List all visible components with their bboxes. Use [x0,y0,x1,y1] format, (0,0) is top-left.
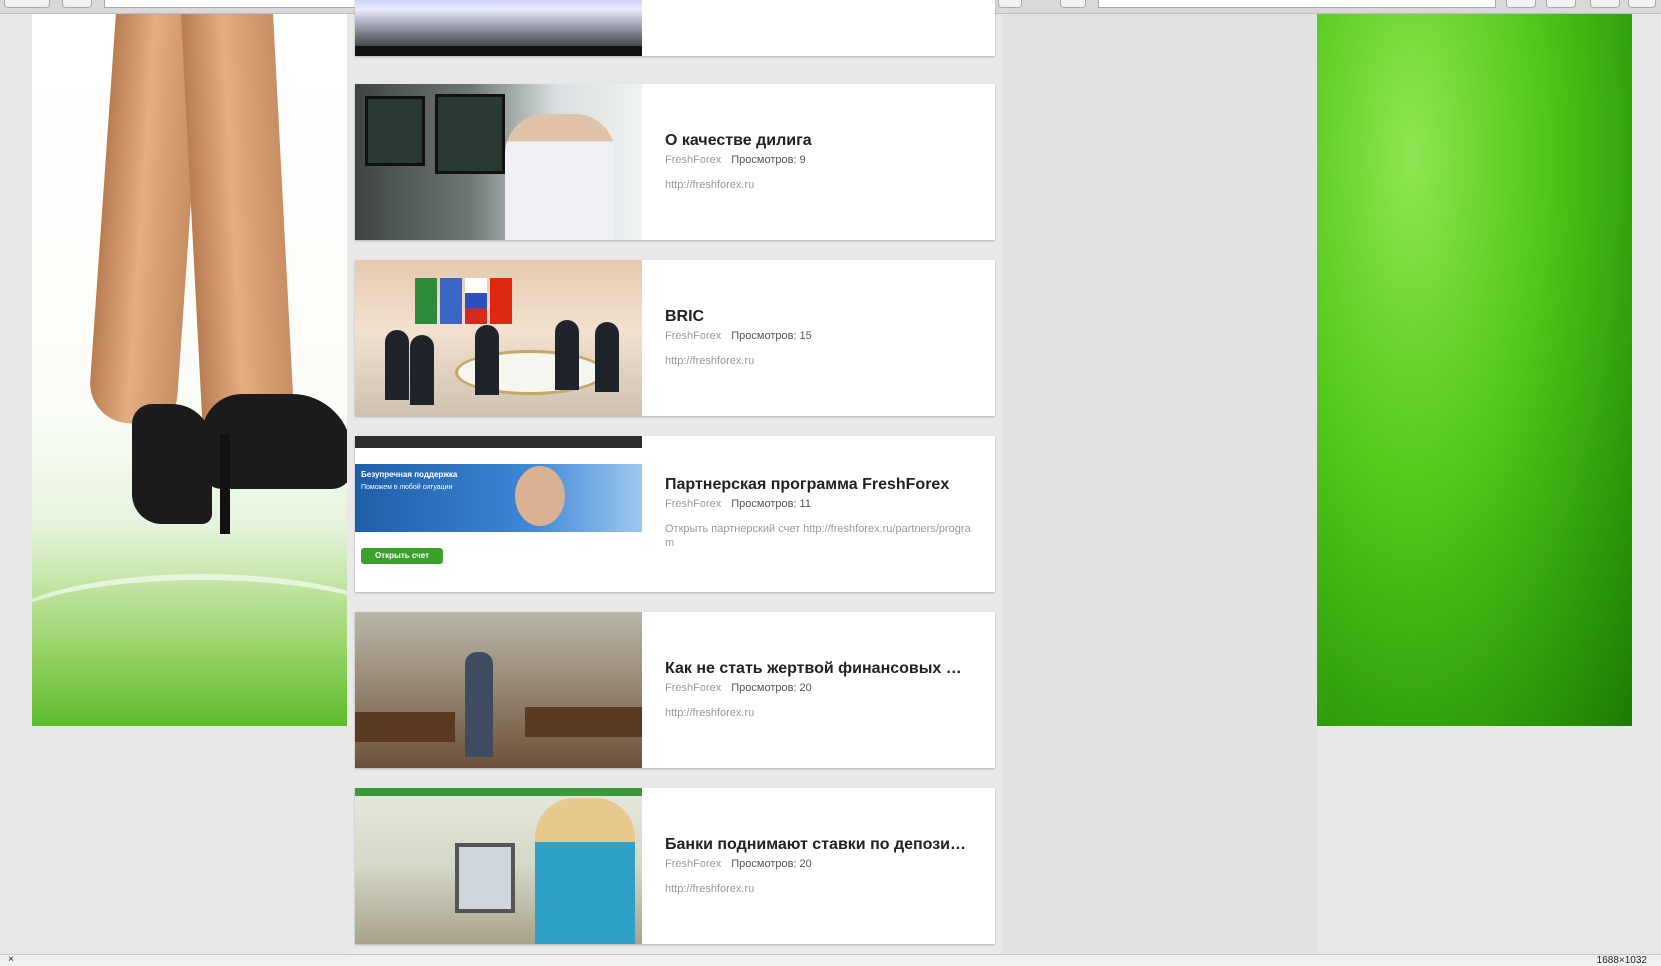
thumbnail-person [385,330,409,400]
video-meta: FreshForex Просмотров: 20 [665,682,812,694]
video-thumbnail[interactable] [355,0,642,56]
thumbnail-hero-title: Безупречная поддержка [361,470,458,479]
video-card[interactable]: О качестве дилига FreshForex Просмотров: … [355,84,995,240]
toolbar-button-4[interactable] [1628,0,1656,8]
banner-leg-right [180,14,296,447]
channel-name[interactable]: FreshForex [665,330,721,342]
right-ad-banner[interactable] [1317,14,1632,726]
video-description: http://freshforex.ru [665,707,755,719]
thumbnail-flag [465,278,487,324]
thumbnail-wall-stripe [355,788,642,796]
thumbnail-navbar [355,436,642,448]
video-info: Как не стать жертвой финансовых … FreshF… [665,612,985,768]
tab-button[interactable] [62,0,92,8]
video-description: Открыть партнерский счет http://freshfor… [665,523,971,549]
video-description: http://freshforex.ru [665,179,755,191]
video-card[interactable]: Безупречная поддержка Поможем в любой си… [355,436,995,592]
thumbnail-desk [525,707,642,737]
resolution-readout: 1688×1032 [1596,955,1647,966]
video-card[interactable] [355,0,995,56]
channel-name[interactable]: FreshForex [665,498,721,510]
video-meta: FreshForex Просмотров: 9 [665,154,806,166]
thumbnail-open-account-button: Открыть счет [361,548,443,564]
video-title[interactable]: О качестве дилига [665,132,985,150]
thumbnail-person [555,320,579,390]
view-count: Просмотров: 11 [731,498,811,510]
video-thumbnail[interactable] [355,788,642,944]
thumbnail-person [465,652,493,757]
video-info: Партнерская программа FreshForex FreshFo… [665,436,985,592]
video-info [665,0,985,56]
video-info: Банки поднимают ставки по депози… FreshF… [665,788,985,944]
thumbnail-person [535,798,635,944]
thumbnail-hero-subtitle: Поможем в любой ситуации [361,484,453,491]
thumbnail-strip [355,46,642,56]
thumbnail-monitor [365,96,425,166]
right-gutter [1002,14,1317,954]
video-card[interactable]: Банки поднимают ставки по депози… FreshF… [355,788,995,944]
thumbnail-person [595,322,619,392]
video-card[interactable]: BRIC FreshForex Просмотров: 15 http://fre… [355,260,995,416]
reload-button[interactable] [1060,0,1086,8]
video-title[interactable]: BRIC [665,308,985,326]
thumbnail-screen [455,843,515,913]
status-bar: × 1688×1032 [0,954,1661,966]
toolbar-button-1[interactable] [1506,0,1536,8]
toolbar-button-3[interactable] [1590,0,1620,8]
video-title[interactable]: Банки поднимают ставки по депози… [665,836,985,854]
second-address-bar[interactable] [1098,0,1496,8]
thumbnail-flag [490,278,512,324]
channel-name[interactable]: FreshForex [665,682,721,694]
thumbnail-person [505,114,615,240]
thumbnail-person [410,335,434,405]
close-icon[interactable]: × [8,954,14,965]
view-count: Просмотров: 20 [731,682,812,694]
thumbnail-flag [415,278,437,324]
video-info: BRIC FreshForex Просмотров: 15 http://fre… [665,260,985,416]
extension-button[interactable] [998,0,1022,8]
channel-name[interactable]: FreshForex [665,154,721,166]
channel-name[interactable]: FreshForex [665,858,721,870]
video-meta: FreshForex Просмотров: 20 [665,858,812,870]
video-thumbnail[interactable] [355,612,642,768]
back-button[interactable] [4,0,50,8]
video-card[interactable]: Как не стать жертвой финансовых … FreshF… [355,612,995,768]
view-count: Просмотров: 15 [731,330,812,342]
video-title[interactable]: Как не стать жертвой финансовых … [665,660,985,678]
video-description: http://freshforex.ru [665,355,755,367]
video-meta: FreshForex Просмотров: 11 [665,498,811,510]
left-ad-banner[interactable] [32,14,347,726]
video-thumbnail[interactable] [355,260,642,416]
thumbnail-face [515,466,565,526]
video-info: О качестве дилига FreshForex Просмотров: … [665,84,985,240]
thumbnail-monitor [435,94,505,174]
video-title[interactable]: Партнерская программа FreshForex [665,476,985,494]
view-count: Просмотров: 9 [731,154,806,166]
banner-shoe-heel [220,434,230,534]
banner-swirl [32,574,347,694]
video-thumbnail[interactable]: Безупречная поддержка Поможем в любой си… [355,436,642,592]
banner-shoe-left [132,404,212,524]
thumbnail-person [475,325,499,395]
video-thumbnail[interactable] [355,84,642,240]
video-meta: FreshForex Просмотров: 15 [665,330,812,342]
thumbnail-desk [355,712,455,742]
thumbnail-flag [440,278,462,324]
view-count: Просмотров: 20 [731,858,812,870]
toolbar-button-2[interactable] [1546,0,1576,8]
video-description: http://freshforex.ru [665,883,755,895]
